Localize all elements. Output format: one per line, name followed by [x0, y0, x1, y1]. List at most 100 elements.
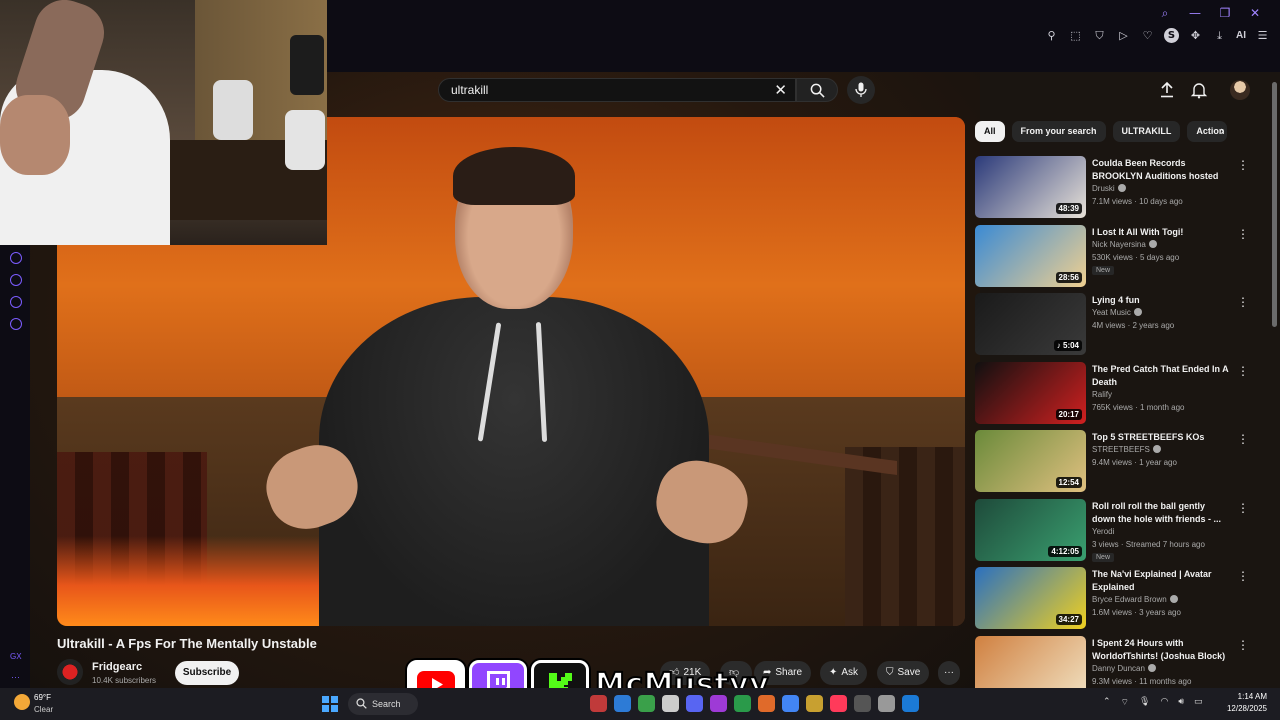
recommendation-item[interactable]: 48:39 Coulda Been Records BROOKLYN Auditi… — [975, 156, 1255, 225]
taskbar-app-icon[interactable] — [662, 695, 679, 712]
play-icon[interactable]: ▷ — [1116, 28, 1131, 43]
more-options-icon[interactable]: ⋮ — [1237, 158, 1249, 172]
channel-name[interactable]: Ralify — [1092, 390, 1112, 399]
screenshot-icon[interactable]: ⬚ — [1068, 28, 1083, 43]
search-button[interactable] — [796, 78, 838, 102]
history-icon[interactable] — [10, 274, 22, 286]
ai-button[interactable]: AI — [1236, 30, 1246, 41]
video-thumbnail[interactable]: 4:12:05 — [975, 498, 1086, 561]
video-thumbnail[interactable]: 12:54 — [975, 430, 1086, 492]
save-button[interactable]: ⛉ Save — [877, 661, 930, 685]
more-options-icon[interactable]: ⋮ — [1237, 364, 1249, 378]
channel-name[interactable]: Nick Nayersina — [1092, 239, 1157, 249]
taskbar-app-icon[interactable] — [710, 695, 727, 712]
video-title[interactable]: Top 5 STREETBEEFS KOs — [1092, 431, 1230, 444]
more-options-icon[interactable]: ⋮ — [1237, 638, 1249, 652]
minimize-icon[interactable]: — — [1188, 6, 1202, 20]
heart-icon[interactable]: ♡ — [1140, 28, 1155, 43]
video-thumbnail[interactable]: ♪ 5:04 — [975, 293, 1086, 355]
mic-icon[interactable]: 🎙︎ — [1139, 697, 1150, 708]
taskbar-app-icon[interactable] — [902, 695, 919, 712]
channel-name[interactable]: Druski — [1092, 184, 1126, 193]
recommendation-item[interactable]: 4:12:05 Roll roll roll the ball gently do… — [975, 498, 1255, 568]
menu-icon[interactable]: ☰ — [1255, 28, 1270, 43]
close-icon[interactable]: ✕ — [1248, 6, 1262, 20]
s-extension-icon[interactable]: S — [1164, 28, 1179, 43]
ask-button[interactable]: ✦ Ask — [820, 661, 868, 685]
battery-icon[interactable]: ▭ — [1194, 697, 1203, 708]
more-options-icon[interactable]: ⋮ — [1237, 501, 1249, 515]
player-icon[interactable] — [10, 252, 22, 264]
taskbar-app-icon[interactable] — [830, 695, 847, 712]
taskbar-app-icon[interactable] — [878, 695, 895, 712]
pin-icon[interactable]: ⚲ — [1044, 28, 1059, 43]
channel-name[interactable]: Danny Duncan — [1092, 663, 1156, 673]
video-title[interactable]: I Lost It All With Togi! — [1092, 226, 1230, 239]
video-title[interactable]: Roll roll roll the ball gently down the … — [1092, 500, 1230, 526]
taskbar-app-icon[interactable] — [686, 695, 703, 712]
volume-icon[interactable]: 🔊︎ — [1178, 697, 1184, 708]
channel-name[interactable]: Yeat Music — [1092, 308, 1142, 317]
more-options-icon[interactable]: ⋮ — [1237, 295, 1249, 309]
channel-name[interactable]: STREETBEEFS — [1092, 445, 1161, 454]
clock[interactable]: 1:14 AM 12/28/2025 — [1215, 692, 1267, 713]
upload-icon[interactable] — [1158, 81, 1176, 99]
scrollbar[interactable] — [1272, 82, 1277, 327]
chip-all[interactable]: All — [975, 121, 1005, 142]
video-thumbnail[interactable]: 28:56 — [975, 224, 1086, 287]
taskbar-app-icon[interactable] — [806, 695, 823, 712]
taskbar-app-icon[interactable] — [782, 695, 799, 712]
search-input[interactable] — [451, 83, 751, 97]
chevron-up-icon[interactable]: ⌃ — [1103, 697, 1111, 708]
video-title[interactable]: The Na'vi Explained | Avatar Explained — [1092, 568, 1230, 594]
taskbar-app-icon[interactable] — [590, 695, 607, 712]
recommendation-item[interactable]: 20:17 The Pred Catch That Ended In A Deat… — [975, 361, 1255, 431]
video-thumbnail[interactable]: 20:17 — [975, 361, 1086, 424]
recommendation-item[interactable]: 28:56 I Lost It All With Togi! Nick Nayers… — [975, 224, 1255, 294]
subscribe-button[interactable]: Subscribe — [175, 661, 239, 685]
video-title[interactable]: Coulda Been Records BROOKLYN Auditions h… — [1092, 157, 1230, 183]
more-options-icon[interactable]: ⋮ — [1237, 569, 1249, 583]
search-box[interactable]: ✕ — [438, 78, 796, 102]
taskbar-app-icon[interactable] — [638, 695, 655, 712]
recommendation-item[interactable]: 12:54 Top 5 STREETBEEFS KOs STREETBEEFS 9.4… — [975, 430, 1255, 499]
account-avatar[interactable] — [1230, 80, 1250, 100]
channel-name[interactable]: Yerodi — [1092, 527, 1114, 536]
video-thumbnail[interactable] — [975, 635, 1086, 688]
recommendation-item[interactable]: 34:27 The Na'vi Explained | Avatar Explai… — [975, 567, 1255, 636]
more-options-icon[interactable]: ⋮ — [1237, 432, 1249, 446]
chevron-right-icon[interactable]: › — [1220, 124, 1225, 138]
maximize-icon[interactable]: ❐ — [1218, 6, 1232, 20]
chip-from-your-search[interactable]: From your search — [1011, 121, 1106, 142]
settings-icon[interactable] — [10, 318, 22, 330]
chip-ultrakill[interactable]: ULTRAKILL — [1112, 121, 1181, 142]
video-thumbnail[interactable]: 48:39 — [975, 156, 1086, 218]
taskbar-app-icon[interactable] — [854, 695, 871, 712]
shield-icon[interactable]: ⛉ — [1092, 28, 1107, 43]
recommendation-item[interactable]: I Spent 24 Hours with WorldofTshirts! (J… — [975, 635, 1255, 688]
video-title[interactable]: Lying 4 fun — [1092, 294, 1230, 307]
channel-name[interactable]: Fridgearc — [92, 661, 142, 673]
video-title[interactable]: I Spent 24 Hours with WorldofTshirts! (J… — [1092, 637, 1230, 663]
network-icon[interactable]: ⌔ — [1121, 697, 1129, 708]
taskbar-app-icon[interactable] — [758, 695, 775, 712]
browser-search-icon[interactable]: ⌕ — [1158, 6, 1172, 20]
wifi-icon[interactable]: ◠ — [1160, 697, 1168, 708]
sidebar-more-icon[interactable]: ··· — [11, 672, 20, 682]
download-icon[interactable]: ⤓ — [1212, 28, 1227, 43]
voice-search-button[interactable] — [847, 76, 875, 104]
more-options-icon[interactable]: ⋮ — [1237, 227, 1249, 241]
more-actions-button[interactable]: ··· — [938, 661, 960, 685]
clear-search-icon[interactable]: ✕ — [774, 81, 787, 99]
taskbar-app-icon[interactable] — [614, 695, 631, 712]
extensions-icon[interactable] — [10, 296, 22, 308]
taskbar-app-icon[interactable] — [734, 695, 751, 712]
channel-avatar[interactable] — [57, 659, 83, 685]
video-thumbnail[interactable]: 34:27 — [975, 567, 1086, 629]
notifications-icon[interactable] — [1190, 81, 1208, 99]
channel-name[interactable]: Bryce Edward Brown — [1092, 595, 1178, 604]
recommendation-item[interactable]: ♪ 5:04 Lying 4 fun Yeat Music 4M views · 2 … — [975, 293, 1255, 362]
start-button[interactable] — [322, 696, 338, 712]
puzzle-icon[interactable]: ✥ — [1188, 28, 1203, 43]
video-title[interactable]: The Pred Catch That Ended In A Death — [1092, 363, 1230, 389]
